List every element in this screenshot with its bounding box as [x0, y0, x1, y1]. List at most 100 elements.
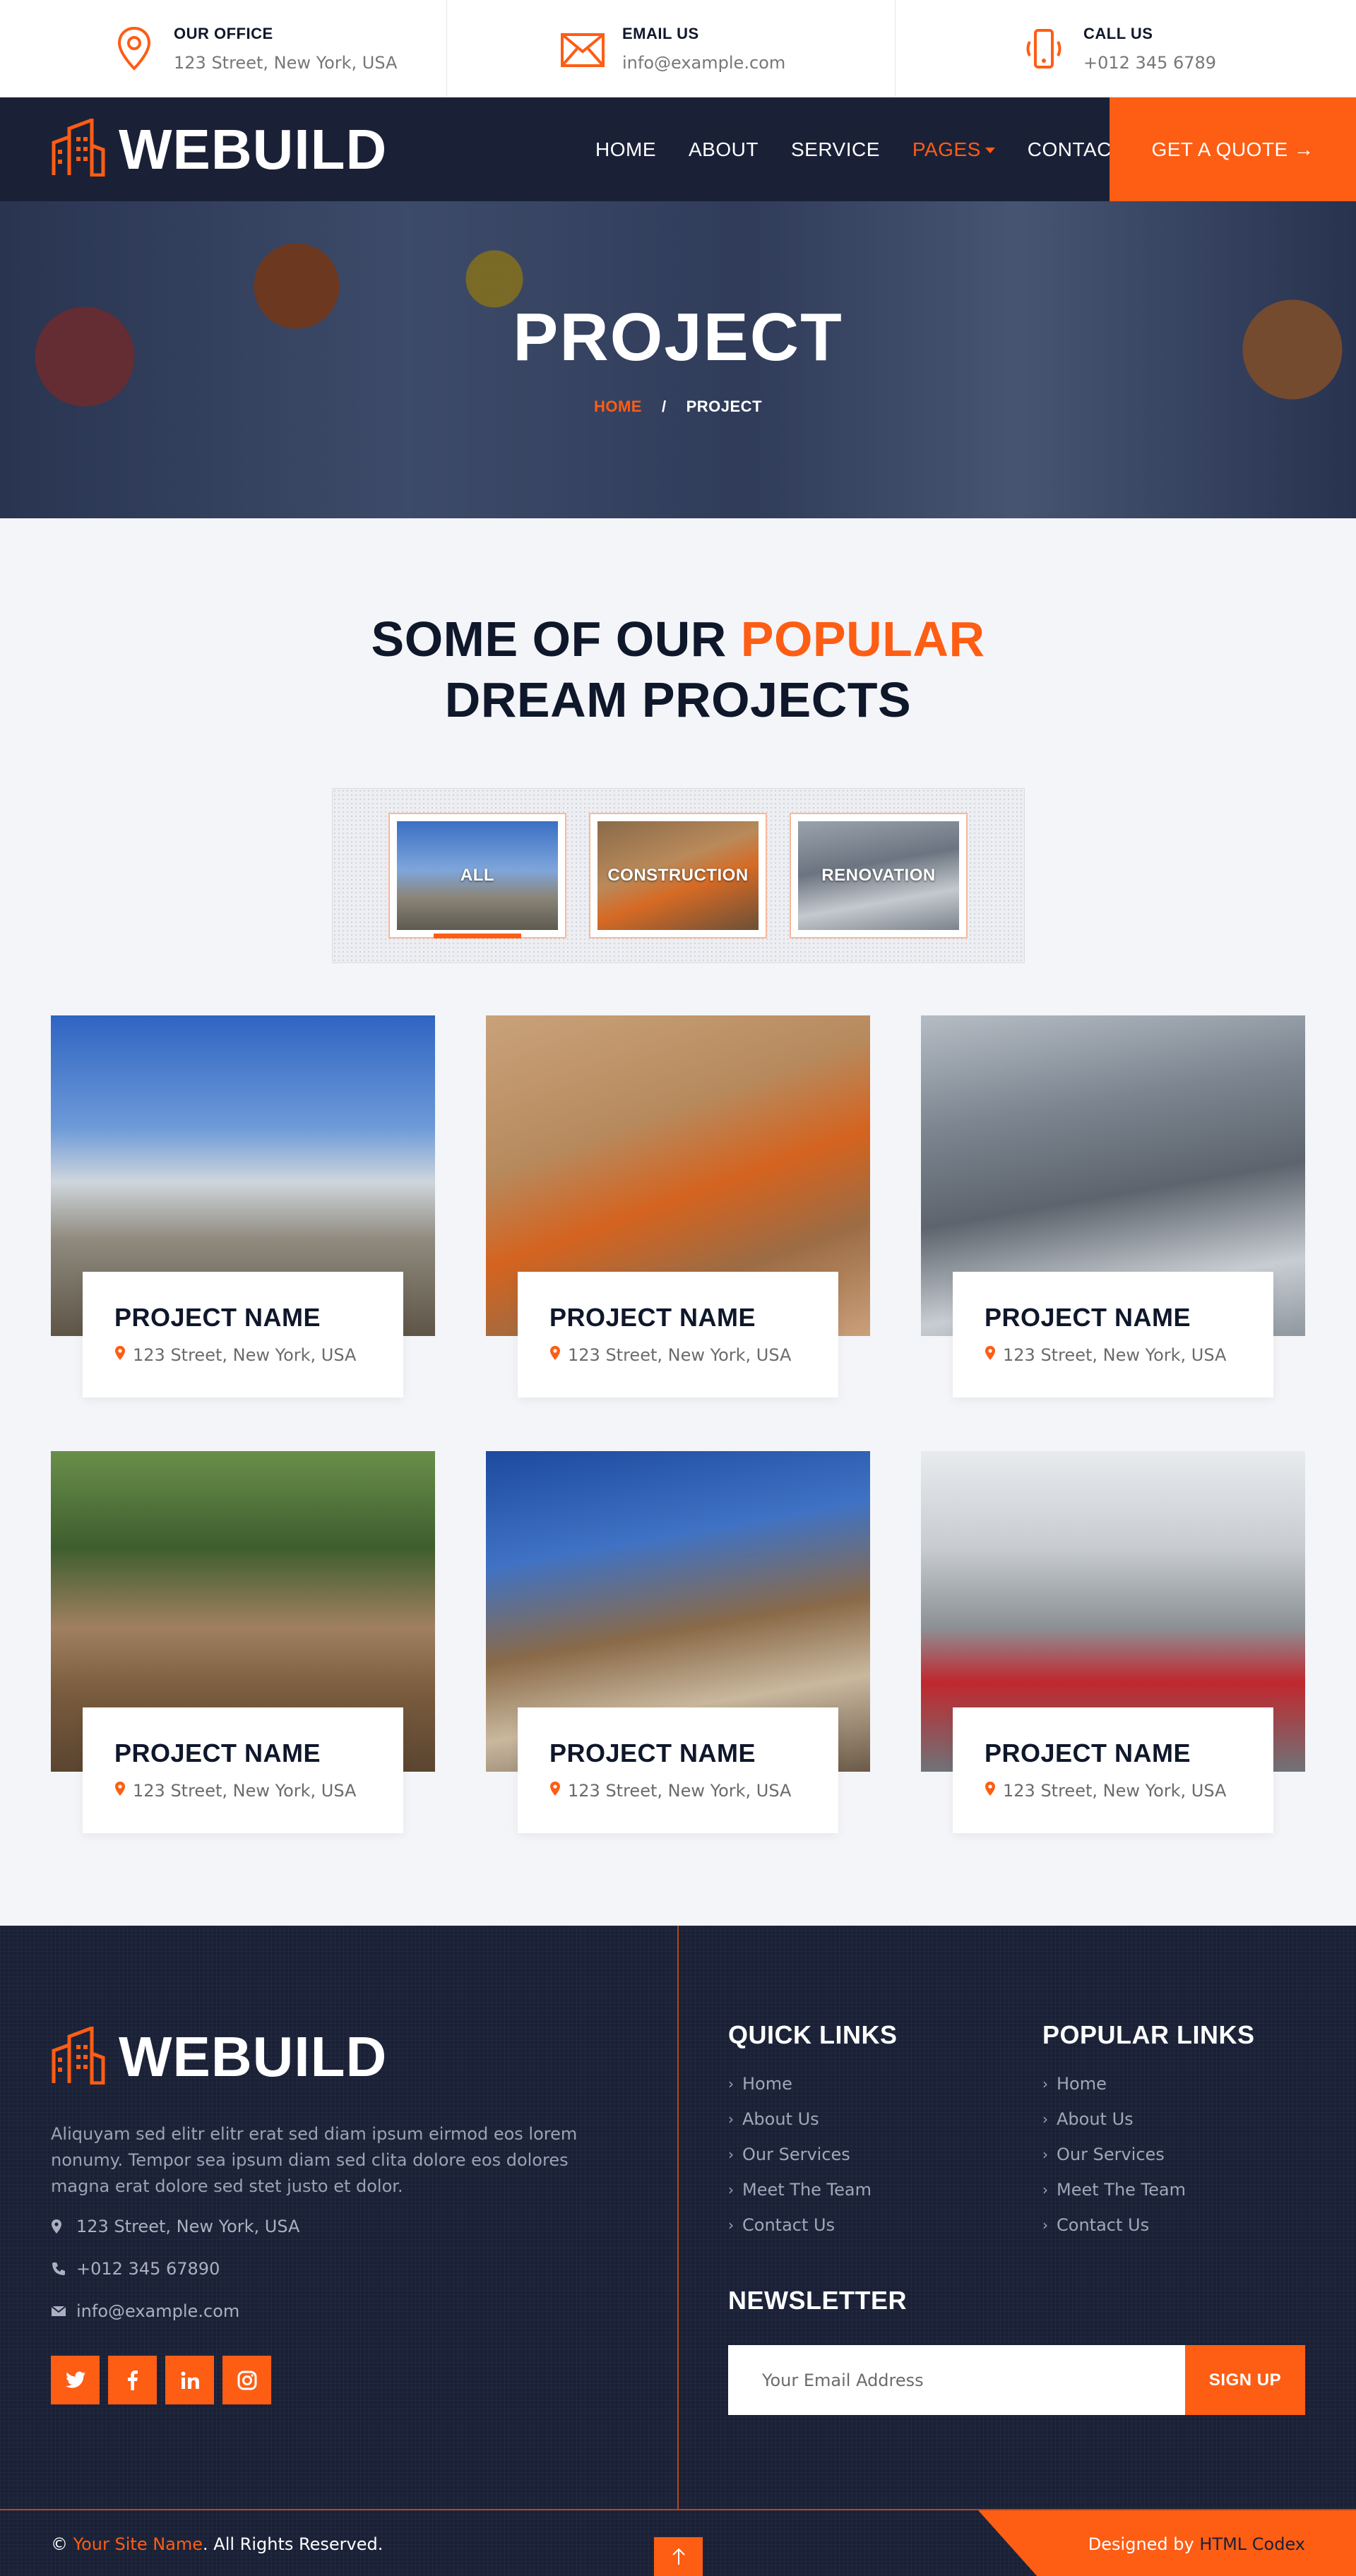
filter-construction-label: CONSTRUCTION — [597, 821, 759, 930]
email-address[interactable]: info@example.com — [622, 53, 785, 73]
project-address: 123 Street, New York, USA — [114, 1781, 403, 1801]
filter-all-label: ALL — [397, 821, 558, 930]
project-address: 123 Street, New York, USA — [549, 1781, 838, 1801]
popular-link-label: Our Services — [1057, 2145, 1165, 2164]
project-name[interactable]: PROJECT NAME — [114, 1739, 403, 1768]
nav-menu: HOME ABOUT SERVICE PAGES CONTACT — [595, 97, 1157, 201]
map-pin-icon — [985, 1781, 996, 1801]
chevron-right-icon: › — [728, 2181, 734, 2198]
map-pin-icon — [114, 1345, 126, 1365]
facebook-icon[interactable] — [108, 2356, 157, 2404]
popular-links-column: POPULAR LINKS › Home › About Us › Our Servi… — [1042, 2020, 1255, 2250]
heading-post: DREAM PROJECTS — [444, 672, 912, 727]
project-card[interactable]: PROJECT NAME 123 Street, New York, USA — [51, 1015, 435, 1397]
call-number[interactable]: +012 345 6789 — [1083, 53, 1216, 73]
project-info: PROJECT NAME 123 Street, New York, USA — [83, 1272, 403, 1397]
project-name[interactable]: PROJECT NAME — [114, 1303, 403, 1332]
nav-service[interactable]: SERVICE — [791, 138, 880, 161]
project-card[interactable]: PROJECT NAME 123 Street, New York, USA — [51, 1451, 435, 1833]
linkedin-icon[interactable] — [165, 2356, 214, 2404]
chevron-right-icon: › — [1042, 2146, 1048, 2163]
quick-link-label: Home — [742, 2074, 792, 2094]
quick-link-about[interactable]: › About Us — [728, 2109, 898, 2129]
back-to-top-button[interactable] — [654, 2537, 703, 2576]
brand-logo[interactable]: WEBUILD — [51, 117, 387, 182]
quick-link-contact[interactable]: › Contact Us — [728, 2215, 898, 2235]
quick-links-column: QUICK LINKS › Home › About Us › Our Service… — [728, 2020, 898, 2250]
get-quote-button[interactable]: GET A QUOTE → — [1110, 97, 1356, 201]
project-address-text: 123 Street, New York, USA — [568, 1781, 792, 1801]
footer-divider — [677, 1926, 679, 2509]
nav-about[interactable]: ABOUT — [689, 138, 759, 161]
map-pin-icon — [112, 26, 157, 71]
email-title: EMAIL US — [622, 24, 699, 42]
quick-link-label: Meet The Team — [742, 2180, 872, 2200]
nav-pages-dropdown[interactable]: PAGES — [912, 138, 995, 161]
instagram-icon[interactable] — [222, 2356, 271, 2404]
designed-by-label: Designed by — [1088, 2534, 1200, 2554]
twitter-icon[interactable] — [51, 2356, 100, 2404]
project-card[interactable]: PROJECT NAME 123 Street, New York, USA — [486, 1015, 870, 1397]
project-name[interactable]: PROJECT NAME — [549, 1303, 838, 1332]
chevron-right-icon: › — [728, 2075, 734, 2092]
site-name-link[interactable]: Your Site Name — [73, 2534, 203, 2554]
footer-phone-text[interactable]: +012 345 67890 — [76, 2259, 220, 2279]
footer-email-text[interactable]: info@example.com — [76, 2301, 239, 2321]
project-info: PROJECT NAME 123 Street, New York, USA — [83, 1707, 403, 1833]
project-address: 123 Street, New York, USA — [114, 1345, 403, 1365]
breadcrumb-home[interactable]: HOME — [594, 398, 642, 415]
top-info-bar: OUR OFFICE 123 Street, New York, USA EMA… — [0, 0, 1356, 97]
project-name[interactable]: PROJECT NAME — [985, 1303, 1273, 1332]
project-card[interactable]: PROJECT NAME 123 Street, New York, USA — [921, 1015, 1305, 1397]
popular-link-about[interactable]: › About Us — [1042, 2109, 1255, 2129]
breadcrumb-current: PROJECT — [686, 398, 763, 415]
footer-brand-name: WEBUILD — [119, 2025, 388, 2088]
quick-link-home[interactable]: › Home — [728, 2074, 898, 2094]
newsletter-email-input[interactable]: Your Email Address — [728, 2345, 1185, 2415]
popular-link-label: Contact Us — [1057, 2215, 1150, 2235]
project-card[interactable]: PROJECT NAME 123 Street, New York, USA — [921, 1451, 1305, 1833]
project-name[interactable]: PROJECT NAME — [985, 1739, 1273, 1768]
popular-link-services[interactable]: › Our Services — [1042, 2145, 1255, 2164]
heading-pre: SOME OF OUR — [371, 612, 741, 667]
quick-link-services[interactable]: › Our Services — [728, 2145, 898, 2164]
popular-link-label: Meet The Team — [1057, 2180, 1186, 2200]
project-address: 123 Street, New York, USA — [985, 1781, 1273, 1801]
map-pin-icon — [549, 1781, 561, 1801]
popular-links-title: POPULAR LINKS — [1042, 2020, 1255, 2049]
nav-home[interactable]: HOME — [595, 138, 656, 161]
popular-link-label: About Us — [1057, 2109, 1134, 2129]
filter-construction[interactable]: CONSTRUCTION — [589, 813, 767, 938]
signup-button[interactable]: SIGN UP — [1185, 2345, 1305, 2415]
chevron-right-icon: › — [728, 2217, 734, 2234]
chevron-right-icon: › — [1042, 2075, 1048, 2092]
popular-link-team[interactable]: › Meet The Team — [1042, 2180, 1255, 2200]
copyright-text: . All Rights Reserved. — [203, 2534, 383, 2554]
project-name[interactable]: PROJECT NAME — [549, 1739, 838, 1768]
project-filters: ALL CONSTRUCTION RENOVATION — [331, 788, 1025, 963]
site-footer: WEBUILD Aliquyam sed elitr elitr erat se… — [0, 1926, 1356, 2576]
project-address-text: 123 Street, New York, USA — [133, 1781, 357, 1801]
envelope-icon — [560, 26, 605, 71]
popular-link-label: Home — [1057, 2074, 1107, 2094]
map-marker-icon — [51, 2219, 69, 2234]
heading-accent: POPULAR — [740, 612, 985, 667]
quick-link-label: Our Services — [742, 2145, 850, 2164]
quick-link-label: About Us — [742, 2109, 819, 2129]
popular-link-home[interactable]: › Home — [1042, 2074, 1255, 2094]
page-title: PROJECT — [513, 299, 843, 375]
project-address-text: 123 Street, New York, USA — [133, 1345, 357, 1365]
filter-renovation[interactable]: RENOVATION — [790, 813, 968, 938]
designer-link[interactable]: HTML Codex — [1199, 2534, 1305, 2554]
building-icon — [51, 2025, 106, 2088]
quick-link-team[interactable]: › Meet The Team — [728, 2180, 898, 2200]
project-card[interactable]: PROJECT NAME 123 Street, New York, USA — [486, 1451, 870, 1833]
popular-link-contact[interactable]: › Contact Us — [1042, 2215, 1255, 2235]
map-pin-icon — [985, 1345, 996, 1365]
project-address-text: 123 Street, New York, USA — [1003, 1781, 1227, 1801]
chevron-right-icon: › — [728, 2111, 734, 2128]
breadcrumb: HOME / PROJECT — [0, 398, 1356, 416]
footer-logo[interactable]: WEBUILD — [51, 2025, 387, 2089]
filter-all[interactable]: ALL — [388, 813, 566, 938]
designed-by: Designed by HTML Codex — [1088, 2534, 1305, 2554]
